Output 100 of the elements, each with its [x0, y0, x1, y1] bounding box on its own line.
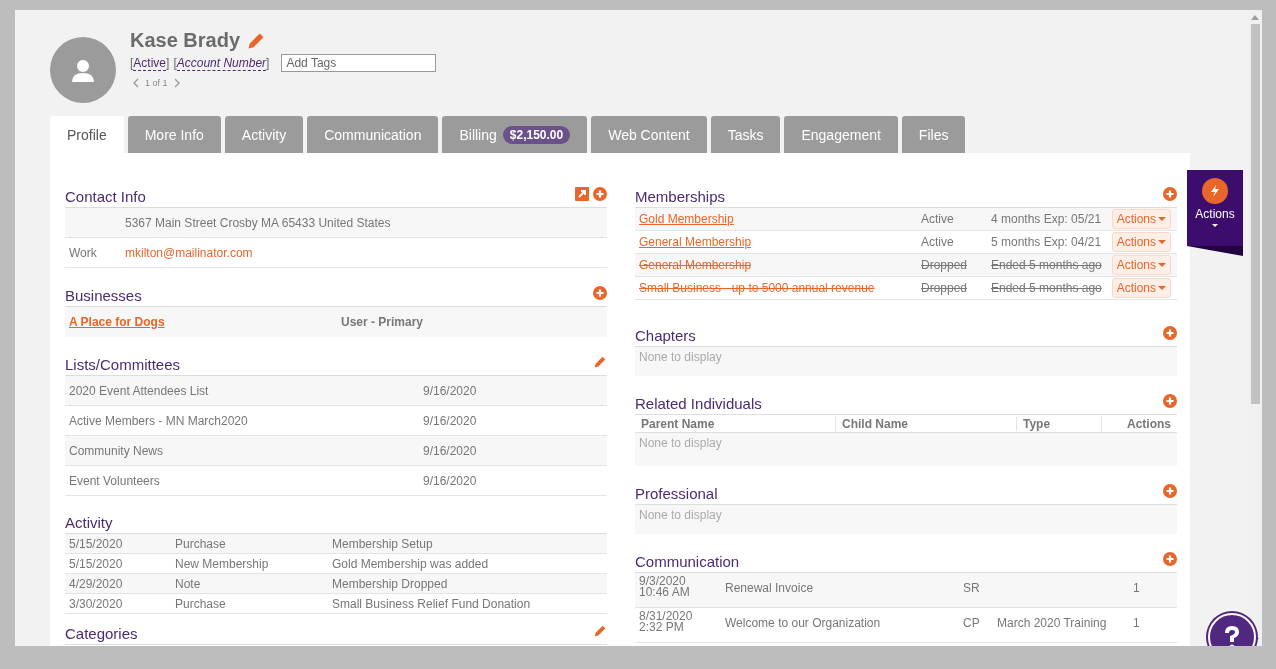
table-cell-text: 4 months Exp: 05/21: [990, 212, 1103, 226]
external-link-icon[interactable]: [575, 187, 589, 201]
scrollbar-thumb[interactable]: [1250, 24, 1260, 404]
actions-button[interactable]: Actions: [1111, 209, 1171, 229]
table-cell-text: 2020 Event Attendees List: [68, 383, 210, 398]
table-cell-text: 9/16/2020: [422, 413, 478, 428]
table-cell-text: Purchase: [174, 536, 227, 551]
table-cell-text: 9/3/2020 10:46 AM: [638, 576, 691, 598]
business-link[interactable]: A Place for Dogs: [65, 315, 335, 329]
membership-link[interactable]: Small Business - up to 5000 annual revenue: [635, 281, 915, 295]
section-title: Memberships: [635, 188, 726, 205]
tab[interactable]: Profile: [50, 116, 124, 153]
contact-name: Kase Brady: [130, 29, 241, 52]
table-cell-text: Note: [174, 576, 202, 591]
table-cell-text: Small Business Relief Fund Donation: [331, 596, 532, 611]
tab[interactable]: Billing $2,150.00: [442, 116, 588, 153]
membership-link[interactable]: General Membership: [635, 235, 915, 249]
tab[interactable]: Tasks: [710, 116, 781, 153]
account-number-link[interactable]: Account Number: [176, 55, 267, 71]
field-label: Work: [68, 245, 98, 260]
bracket: ]: [266, 55, 270, 71]
actions-button[interactable]: Actions: [1111, 232, 1171, 252]
table-cell-text: 9/16/2020: [422, 443, 478, 458]
bracket: ]: [166, 55, 170, 71]
empty-message: None to display: [635, 505, 1177, 534]
add-icon[interactable]: [1163, 394, 1177, 408]
table-cell-text: 5/15/2020: [68, 556, 124, 571]
table-cell-text: SR: [962, 581, 981, 595]
caret-icon: [1158, 263, 1166, 267]
add-icon[interactable]: [1163, 187, 1177, 201]
table-cell-text: 9/16/2020: [422, 383, 478, 398]
question-mark-icon: [1222, 624, 1242, 646]
column-header: Child Name: [836, 416, 1017, 431]
table-cell-text: Purchase: [174, 596, 227, 611]
membership-link[interactable]: General Membership: [635, 258, 915, 272]
table-cell-text: 1: [1132, 581, 1141, 595]
table-cell-text: Active: [920, 235, 955, 249]
tab[interactable]: Engagement: [784, 116, 898, 153]
caret-icon: [1158, 286, 1166, 290]
section-title: Related Individuals: [635, 395, 762, 412]
tab[interactable]: More Info: [127, 116, 221, 153]
column-header: Type: [1017, 416, 1102, 431]
bracket: [: [173, 55, 177, 71]
table-cell-text: 5 months Exp: 04/21: [990, 235, 1103, 249]
add-icon[interactable]: [593, 187, 607, 201]
actions-button[interactable]: Actions: [1111, 278, 1171, 298]
table-cell-text: Active: [920, 212, 955, 226]
table-cell-text: Membership Dropped: [331, 576, 449, 591]
table-cell-text: Active Members - MN March2020: [68, 413, 249, 428]
empty-message: None to display: [635, 347, 1177, 376]
address-text: 5367 Main Street Crosby MA 65433 United States: [124, 215, 392, 230]
table-cell-text: Gold Membership was added: [331, 556, 490, 571]
lightning-icon: [1210, 185, 1220, 197]
section-title: Professional: [635, 485, 718, 502]
table-cell-text: Membership Setup: [331, 536, 434, 551]
table-cell-text: Ended 5 months ago: [990, 281, 1103, 295]
tab[interactable]: Files: [901, 116, 966, 153]
user-icon: [71, 58, 95, 82]
actions-panel[interactable]: Actions: [1187, 170, 1243, 246]
table-cell-text: Event Volunteers: [68, 473, 161, 488]
column-header: Parent Name: [635, 416, 836, 431]
empty-message: None to display: [635, 433, 1177, 466]
next-icon: [173, 78, 180, 88]
email-link[interactable]: mkilton@mailinator.com: [119, 245, 259, 260]
caret-icon: [1212, 224, 1218, 227]
column-header: Actions: [1126, 416, 1172, 431]
add-icon[interactable]: [1163, 552, 1177, 566]
section-title: Activity: [65, 514, 113, 531]
table-cell-text: 8/31/2020 2:32 PM: [638, 611, 694, 633]
table-cell-text: Welcome to our Organization: [724, 616, 882, 630]
add-icon[interactable]: [593, 286, 607, 300]
tab[interactable]: Activity: [224, 116, 304, 153]
pencil-icon[interactable]: [593, 624, 607, 638]
scroll-up-icon: [1251, 15, 1259, 20]
section-title: Communication: [635, 553, 740, 570]
add-icon[interactable]: [1163, 484, 1177, 498]
membership-link[interactable]: Gold Membership: [635, 212, 915, 226]
actions-button[interactable]: Actions: [1111, 255, 1171, 275]
tab[interactable]: Communication: [307, 116, 439, 153]
add-icon[interactable]: [1163, 326, 1177, 340]
pencil-icon[interactable]: [593, 355, 607, 369]
tab[interactable]: Web Content: [591, 116, 707, 153]
amount-badge: $2,150.00: [502, 125, 571, 144]
tags-field[interactable]: Add Tags: [281, 54, 437, 72]
table-cell-text: New Membership: [174, 556, 270, 571]
table-cell-text: Community News: [68, 443, 165, 458]
table-cell-text: Dropped: [920, 281, 969, 295]
section-title: Categories: [65, 625, 138, 642]
table-cell-text: 4/29/2020: [68, 576, 124, 591]
table-cell-text: 3/30/2020: [68, 596, 124, 611]
table-cell-text: 1: [1132, 616, 1141, 630]
table-cell-text: Ended 5 months ago: [990, 258, 1103, 272]
bracket: [: [130, 55, 134, 71]
section-title: Businesses: [65, 287, 142, 304]
section-title: Lists/Committees: [65, 356, 181, 373]
table-cell-text: CP: [962, 616, 981, 630]
table-cell-text: March 2020 Training: [996, 616, 1108, 630]
section-title: Contact Info: [65, 188, 146, 205]
caret-icon: [1158, 217, 1166, 221]
previous-icon: [133, 78, 139, 88]
